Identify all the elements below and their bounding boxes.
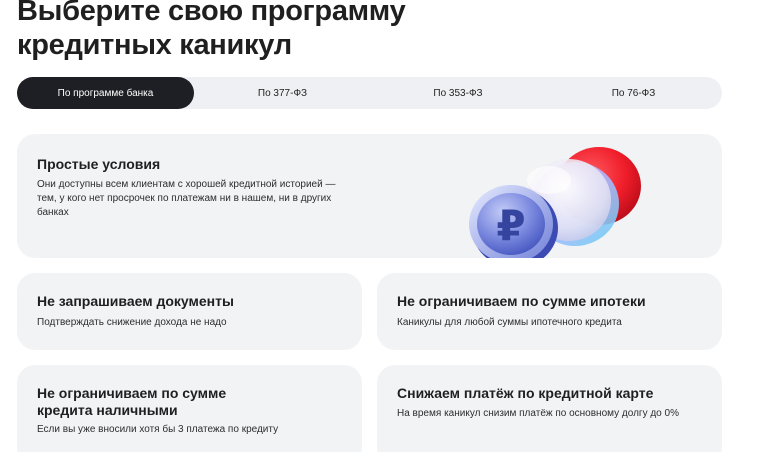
page: Выберите свою программу кредитных канику… [0, 0, 770, 452]
hero-text: Они доступны всем клиентам с хорошей кре… [37, 179, 336, 218]
feature-text: Подтверждать снижение дохода не надо [37, 317, 227, 328]
tab-353-fz[interactable]: По 353-ФЗ [371, 77, 545, 109]
feature-card-mortgage: Не ограничиваем по сумме ипотеки Каникул… [377, 273, 722, 350]
tab-377-fz[interactable]: По 377-ФЗ [194, 77, 371, 109]
feature-card-cash-loan: Не ограничиваем по сумме кредита наличны… [17, 365, 362, 452]
tab-76-fz[interactable]: По 76-ФЗ [545, 77, 722, 109]
feature-card-credit-card: Снижаем платёж по кредитной карте На вре… [377, 365, 722, 452]
feature-title: Снижаем платёж по кредитной карте [397, 385, 654, 401]
ruble-coins-illustration: ₽ [469, 147, 641, 258]
program-tabs: По программе банка По 377-ФЗ По 353-ФЗ П… [17, 77, 722, 109]
tab-bank-program[interactable]: По программе банка [17, 77, 194, 109]
hero-title: Простые условия [37, 156, 161, 172]
hero-card: Простые условия Они доступны всем клиент… [17, 134, 722, 258]
page-title-line-2: кредитных каникул [17, 29, 292, 61]
ruble-sign: ₽ [496, 201, 525, 250]
feature-text: На время каникул снизим платёж по основн… [397, 408, 679, 419]
feature-text: Каникулы для любой суммы ипотечного кред… [397, 317, 622, 328]
feature-title: Не запрашиваем документы [37, 293, 234, 309]
feature-title: Не ограничиваем по сумме ипотеки [397, 293, 646, 309]
feature-text: Если вы уже вносили хотя бы 3 платежа по… [37, 424, 279, 435]
feature-card-documents: Не запрашиваем документы Подтверждать сн… [17, 273, 362, 350]
page-title: Выберите свою программу кредитных канику… [17, 0, 437, 62]
page-title-line-1: Выберите свою программу [17, 0, 406, 27]
feature-title: Не ограничиваем по сумме кредита наличны… [37, 385, 227, 418]
